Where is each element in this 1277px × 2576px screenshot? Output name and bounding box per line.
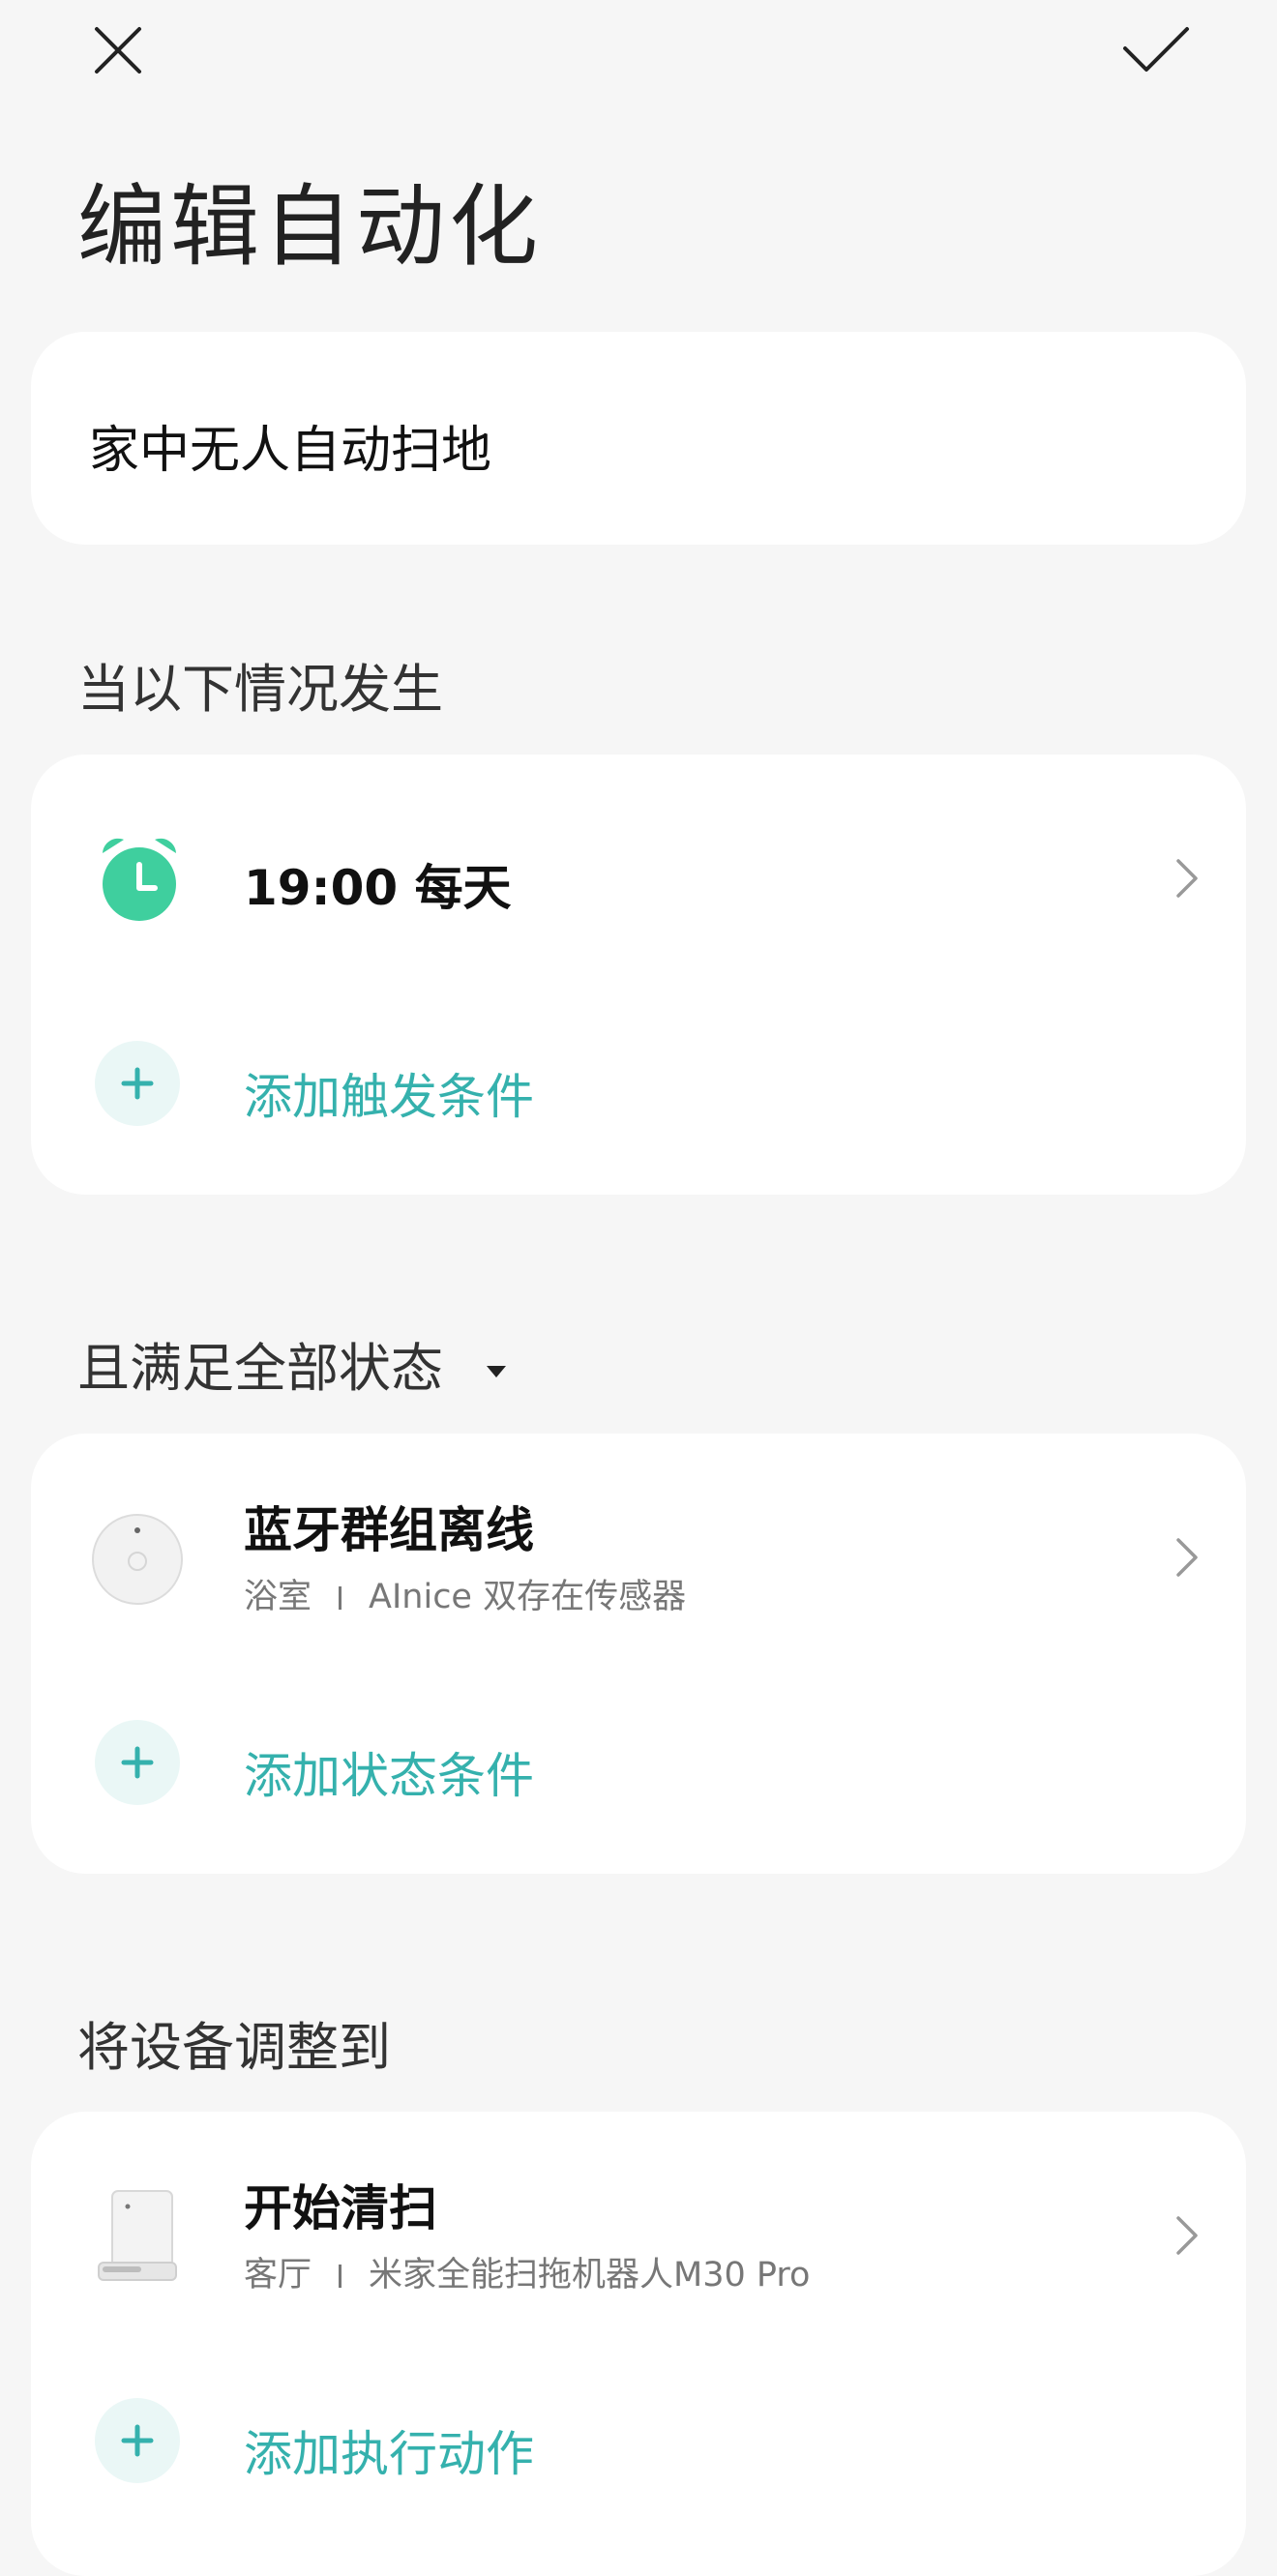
plus-icon-wrapper <box>95 1720 180 1805</box>
checkmark-icon <box>1123 27 1189 72</box>
condition-item-subtitle: 浴室 AInice 双存在传感器 <box>244 1569 686 1618</box>
plus-icon <box>121 1067 154 1100</box>
separator <box>339 1586 342 1610</box>
confirm-button[interactable] <box>1113 12 1200 89</box>
action-item-title: 开始清扫 <box>244 2180 437 2236</box>
condition-room: 浴室 <box>244 1578 312 1616</box>
alarm-clock-icon <box>103 838 176 921</box>
chevron-right-icon <box>1176 859 1198 898</box>
page-title: 编辑自动化 <box>77 175 543 279</box>
action-card: 开始清扫 客厅 米家全能扫拖机器人M30 Pro 添加执行动作 <box>31 2112 1246 2576</box>
chevron-right-icon <box>1176 1538 1198 1577</box>
trigger-item-time[interactable]: 19:00 每天 <box>31 755 1246 987</box>
condition-mode-label: 且满足全部状态 <box>77 1338 443 1399</box>
add-action-button[interactable]: 添加执行动作 <box>31 2381 1246 2497</box>
add-condition-button[interactable]: 添加状态条件 <box>31 1703 1246 1819</box>
trigger-item-title: 19:00 每天 <box>244 860 512 916</box>
close-button[interactable] <box>79 12 157 89</box>
add-trigger-button[interactable]: 添加触发条件 <box>31 1023 1246 1140</box>
add-action-label: 添加执行动作 <box>244 2426 534 2482</box>
caret-down-icon <box>487 1366 507 1378</box>
robot-vacuum-icon <box>98 2190 177 2281</box>
action-item-subtitle: 客厅 米家全能扫拖机器人M30 Pro <box>244 2247 810 2296</box>
automation-name[interactable]: 家中无人自动扫地 <box>89 409 491 482</box>
condition-card: 蓝牙群组离线 浴室 AInice 双存在传感器 添加状态条件 <box>31 1434 1246 1874</box>
action-room: 客厅 <box>244 2256 312 2295</box>
chevron-right-icon <box>1176 2216 1198 2255</box>
plus-icon <box>121 2424 154 2457</box>
close-icon <box>95 27 141 74</box>
add-condition-label: 添加状态条件 <box>244 1748 534 1804</box>
automation-name-card[interactable]: 家中无人自动扫地 <box>31 332 1246 545</box>
condition-item-title: 蓝牙群组离线 <box>244 1502 534 1558</box>
plus-icon-wrapper <box>95 1041 180 1126</box>
trigger-card: 19:00 每天 添加触发条件 <box>31 755 1246 1195</box>
separator <box>339 2265 342 2288</box>
add-trigger-label: 添加触发条件 <box>244 1069 534 1125</box>
top-bar <box>0 0 1277 106</box>
action-section-label: 将设备调整到 <box>77 2017 391 2078</box>
trigger-section-label: 当以下情况发生 <box>77 659 443 720</box>
plus-icon <box>121 1746 154 1779</box>
condition-item[interactable]: 蓝牙群组离线 浴室 AInice 双存在传感器 <box>31 1434 1246 1666</box>
sensor-device-icon <box>92 1514 183 1605</box>
plus-icon-wrapper <box>95 2398 180 2483</box>
condition-section-label[interactable]: 且满足全部状态 <box>77 1325 508 1402</box>
action-device: 米家全能扫拖机器人M30 Pro <box>369 2256 811 2295</box>
condition-device: AInice 双存在传感器 <box>369 1578 687 1616</box>
action-item[interactable]: 开始清扫 客厅 米家全能扫拖机器人M30 Pro <box>31 2112 1246 2344</box>
